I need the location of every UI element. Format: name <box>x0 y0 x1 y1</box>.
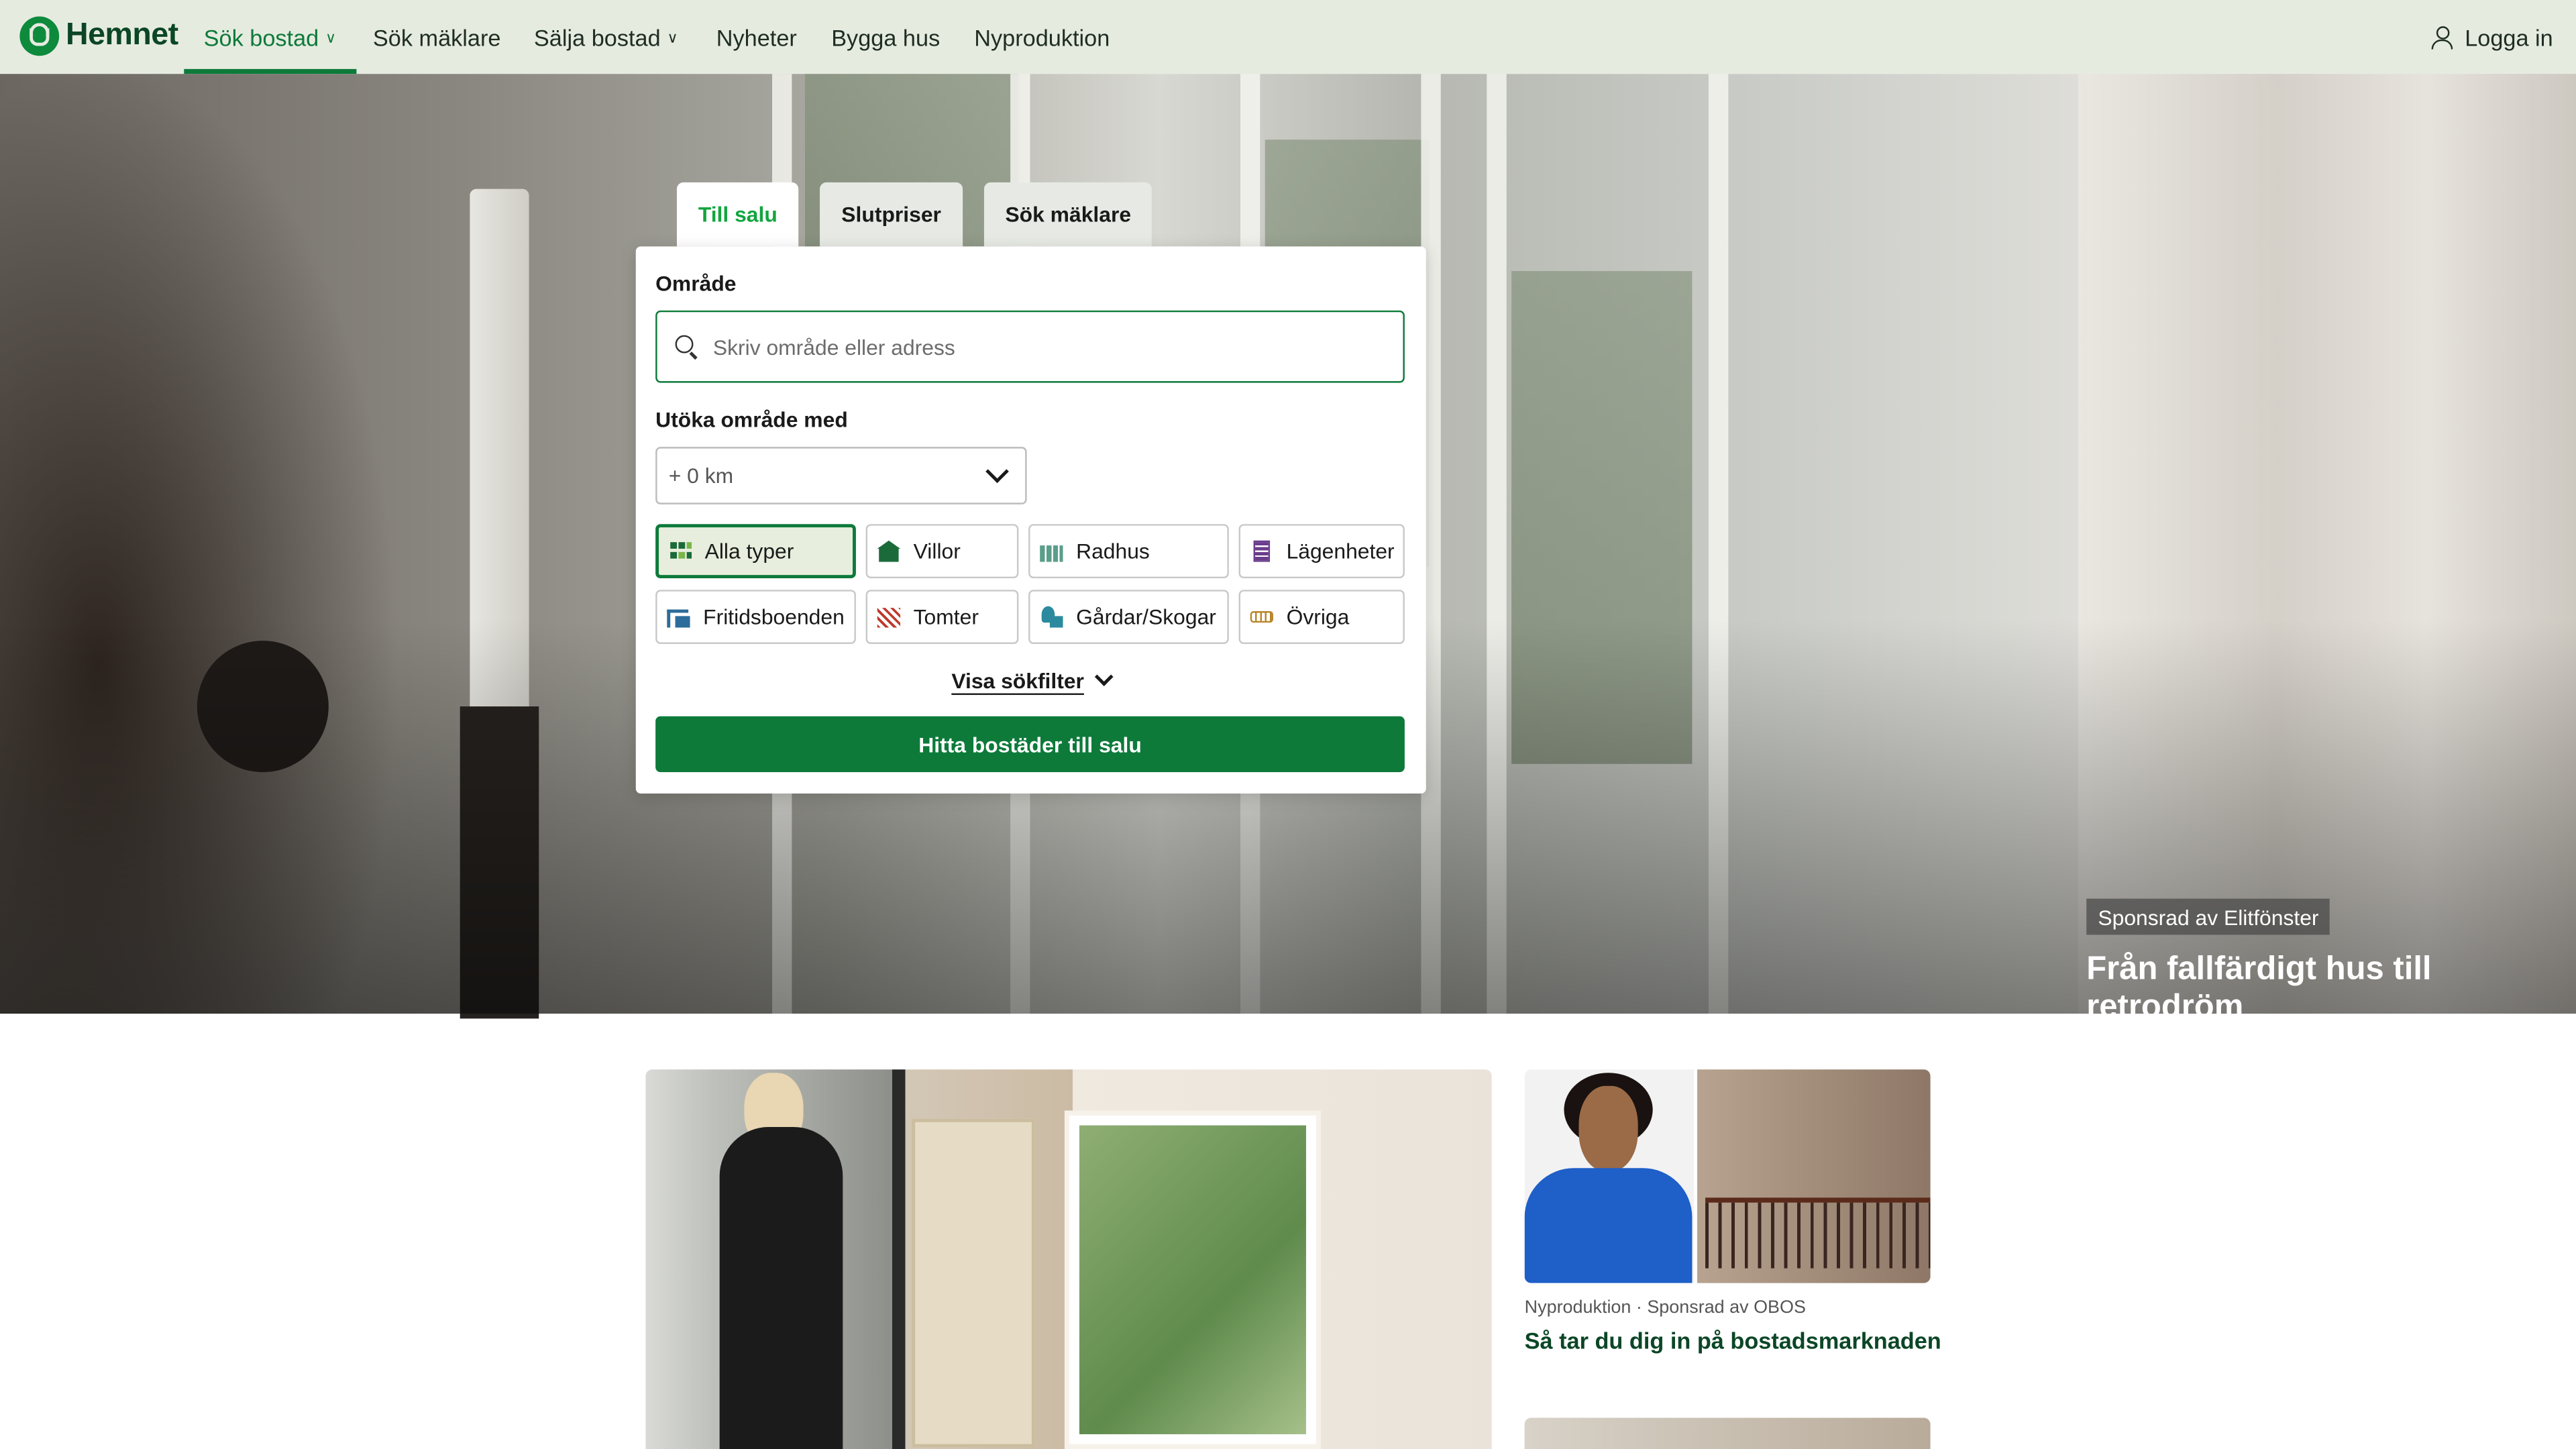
area-search-input[interactable] <box>709 332 1374 361</box>
apartment-icon <box>1250 540 1275 562</box>
type-label: Övriga <box>1286 604 1350 629</box>
search-card: Område Utöka område med + 0 km Alla type… <box>635 246 1426 794</box>
side-article-image[interactable] <box>1524 1069 1931 1283</box>
search-icon <box>675 335 698 358</box>
chevron-down-icon: ∨ <box>667 30 678 46</box>
tab-label: Slutpriser <box>841 202 941 227</box>
chevron-down-icon <box>985 460 1009 484</box>
expand-area-select[interactable]: + 0 km <box>655 447 1027 504</box>
sponsor-tag: Sponsrad av Elitfönster <box>2086 898 2330 935</box>
show-filters-label: Visa sökfilter <box>951 668 1084 694</box>
tab-till-salu[interactable]: Till salu <box>676 182 799 247</box>
nav-salja-bostad[interactable]: Sälja bostad ∨ <box>534 0 678 74</box>
tab-label: Sök mäklare <box>1005 202 1132 227</box>
user-icon <box>2432 25 2455 49</box>
type-label: Villor <box>913 539 961 564</box>
nav-label: Nyheter <box>716 23 797 50</box>
expand-area-label: Utöka område med <box>655 407 848 433</box>
nav-sok-maklare[interactable]: Sök mäklare <box>373 0 501 74</box>
article-photo-cabinet <box>912 1118 1035 1448</box>
nav-bygga-hus[interactable]: Bygga hus <box>831 0 940 74</box>
type-gardar-skogar[interactable]: Gårdar/Skogar <box>1028 590 1229 645</box>
brand-name: Hemnet <box>65 17 178 53</box>
townhouse-icon <box>1040 541 1065 562</box>
article-photo-window <box>1064 1110 1321 1449</box>
hemnet-logo[interactable]: Hemnet <box>19 16 178 56</box>
type-alla-typer[interactable]: Alla typer <box>655 524 856 579</box>
side-article-image-2[interactable] <box>1524 1417 1931 1449</box>
chevron-down-icon: ∨ <box>325 30 337 46</box>
type-villor[interactable]: Villor <box>865 524 1019 579</box>
type-label: Tomter <box>913 604 979 629</box>
area-label: Område <box>655 271 737 296</box>
app-root: Hemnet Sök bostad ∨ Sök mäklare Sälja bos… <box>0 0 2576 1449</box>
type-radhus[interactable]: Radhus <box>1028 524 1229 579</box>
type-label: Lägenheter <box>1286 539 1395 564</box>
other-icon <box>1250 606 1275 628</box>
tab-label: Till salu <box>698 202 777 227</box>
search-tabs: Till salu Slutpriser Sök mäklare <box>676 182 1152 247</box>
area-search-field[interactable] <box>655 310 1405 383</box>
article-photo-person <box>719 1127 843 1449</box>
nav-nyproduktion[interactable]: Nyproduktion <box>974 0 1110 74</box>
side-photo-balcony <box>1705 1197 1931 1269</box>
nav-label: Nyproduktion <box>974 23 1110 50</box>
chevron-down-icon <box>1094 667 1114 686</box>
nav-label: Sök bostad <box>203 23 319 50</box>
hero-headline-link[interactable]: Från fallfärdigt hus till retrodröm <box>2086 951 2576 1027</box>
type-ovriga[interactable]: Övriga <box>1238 590 1405 645</box>
side-article-meta: Nyproduktion · Sponsrad av OBOS <box>1524 1297 1806 1318</box>
side-article-title[interactable]: Så tar du dig in på bostadsmarknaden <box>1525 1328 1941 1354</box>
property-type-grid: Alla typer Villor Radhus Lägenheter Frit… <box>655 524 1405 645</box>
type-lagenheter[interactable]: Lägenheter <box>1238 524 1405 579</box>
farm-forest-icon <box>1040 606 1065 628</box>
villa-icon <box>877 540 902 562</box>
login-button[interactable]: Logga in <box>2432 0 2553 74</box>
type-label: Gårdar/Skogar <box>1076 604 1216 629</box>
type-fritidsboenden[interactable]: Fritidsboenden <box>655 590 856 645</box>
top-navigation: Hemnet Sök bostad ∨ Sök mäklare Sälja bos… <box>0 0 2576 74</box>
featured-article-image[interactable] <box>645 1069 1492 1449</box>
type-label: Alla typer <box>704 539 794 564</box>
type-label: Fritidsboenden <box>703 604 845 629</box>
expand-area-value: + 0 km <box>668 463 734 488</box>
nav-label: Bygga hus <box>831 23 941 50</box>
holiday-home-icon <box>667 606 692 628</box>
nav-label: Sälja bostad <box>533 23 661 50</box>
nav-sok-bostad[interactable]: Sök bostad ∨ <box>184 0 356 74</box>
plot-icon <box>877 606 902 628</box>
side-photo-jacket <box>1524 1168 1693 1283</box>
hemnet-logo-icon <box>19 16 60 56</box>
tab-slutpriser[interactable]: Slutpriser <box>820 182 963 247</box>
nav-nyheter[interactable]: Nyheter <box>716 0 797 74</box>
find-homes-label: Hitta bostäder till salu <box>918 732 1142 757</box>
all-types-icon <box>669 541 694 562</box>
login-label: Logga in <box>2465 23 2553 50</box>
nav-label: Sök mäklare <box>372 23 501 50</box>
tab-sok-maklare[interactable]: Sök mäklare <box>983 182 1152 247</box>
type-tomter[interactable]: Tomter <box>865 590 1019 645</box>
type-label: Radhus <box>1076 539 1150 564</box>
show-filters-link[interactable]: Visa sökfilter <box>636 667 1426 694</box>
find-homes-button[interactable]: Hitta bostäder till salu <box>655 716 1405 773</box>
side-photo-face <box>1578 1085 1638 1172</box>
